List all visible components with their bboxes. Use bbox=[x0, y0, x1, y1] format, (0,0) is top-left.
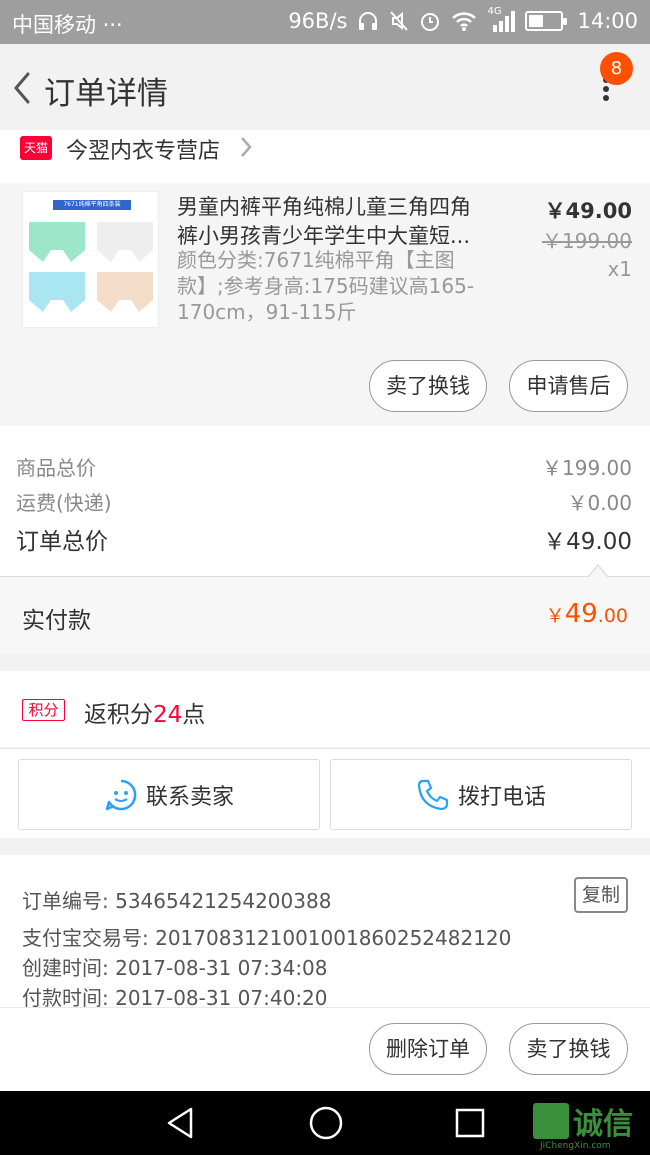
contact-seller-button[interactable]: 联系卖家 bbox=[18, 759, 320, 830]
sell-button-bottom[interactable]: 卖了换钱 bbox=[509, 1023, 628, 1075]
watermark-url: JiChengXin.com bbox=[540, 1141, 611, 1151]
phone-icon bbox=[417, 779, 449, 810]
product-price: ￥49.00 bbox=[544, 199, 632, 223]
points-text: 返积分24点 bbox=[84, 695, 205, 729]
goods-total-value: ￥199.00 bbox=[542, 456, 632, 480]
chevron-right-icon bbox=[241, 137, 252, 157]
store-row[interactable]: 天猫 今翌内衣专营店 bbox=[0, 130, 650, 183]
system-nav-bar: 诚信 JiChengXin.com bbox=[0, 1091, 650, 1155]
wifi-icon bbox=[452, 12, 477, 31]
store-name: 今翌内衣专营店 bbox=[66, 139, 221, 164]
watermark-text: 诚信 bbox=[573, 1107, 633, 1142]
signal-icon: 4G bbox=[487, 6, 516, 32]
created-time: 创建时间: 2017-08-31 07:34:08 bbox=[22, 956, 328, 980]
product-title[interactable]: 男童内裤平角纯棉儿童三角四角裤小男孩青少年学生中大童短... bbox=[177, 193, 487, 251]
notification-badge: 8 bbox=[600, 52, 633, 85]
delete-order-button[interactable]: 删除订单 bbox=[369, 1023, 487, 1075]
watermark-logo-icon bbox=[533, 1103, 569, 1139]
paid-integer: 49 bbox=[564, 599, 598, 629]
points-amount: 24 bbox=[153, 702, 183, 728]
sell-button[interactable]: 卖了换钱 bbox=[369, 360, 487, 412]
product-card[interactable]: 7671纯棉平角四条装 男童内裤平角纯棉儿童三角四角裤小男孩青少年学生中大童短.… bbox=[0, 183, 650, 425]
paid-label: 实付款 bbox=[22, 608, 91, 634]
underwear-image bbox=[29, 222, 153, 312]
copy-button[interactable]: 复制 bbox=[574, 877, 628, 913]
points-prefix: 返积分 bbox=[84, 702, 153, 728]
paid-row: 实付款 ￥49.00 bbox=[0, 576, 650, 654]
shipping-label: 运费(快递) bbox=[16, 491, 112, 515]
shipping-value: ￥0.00 bbox=[567, 491, 632, 515]
order-total-value: ￥49.00 bbox=[543, 529, 632, 555]
chat-face-icon bbox=[105, 779, 137, 810]
battery-icon bbox=[525, 11, 568, 31]
nav-back-icon[interactable] bbox=[165, 1106, 197, 1140]
points-suffix: 点 bbox=[182, 702, 206, 728]
paid-currency: ￥ bbox=[545, 605, 565, 627]
product-quantity: x1 bbox=[607, 257, 632, 281]
price-detail: 商品总价 ￥199.00 运费(快递) ￥0.00 订单总价 ￥49.00 bbox=[0, 426, 650, 576]
net-speed: 96B/s bbox=[288, 9, 348, 33]
alipay-number: 支付宝交易号: 2017083121001001860252482120 bbox=[22, 926, 512, 950]
caret-up-fill bbox=[589, 566, 607, 577]
product-sku: 颜色分类:7671纯棉平角【主图款】;参考身高:175码建议高165-170cm… bbox=[177, 248, 475, 324]
status-icons: 96B/s 4G 14:00 bbox=[288, 6, 638, 33]
back-arrow-icon[interactable] bbox=[8, 68, 38, 108]
contact-seller-label: 联系卖家 bbox=[145, 784, 234, 810]
tmall-icon: 天猫 bbox=[20, 136, 52, 160]
order-info: 订单编号: 53465421254200388 支付宝交易号: 20170831… bbox=[0, 855, 650, 1010]
call-label: 拨打电话 bbox=[457, 784, 546, 810]
order-number: 订单编号: 53465421254200388 bbox=[22, 889, 332, 913]
page-title: 订单详情 bbox=[44, 76, 168, 112]
product-original-price: ￥199.00 bbox=[542, 229, 632, 253]
call-button[interactable]: 拨打电话 bbox=[330, 759, 632, 830]
headphones-icon bbox=[359, 12, 378, 30]
mute-icon bbox=[390, 11, 409, 31]
goods-total-label: 商品总价 bbox=[16, 456, 96, 480]
points-row: 积分 返积分24点 bbox=[0, 671, 650, 747]
order-total-label: 订单总价 bbox=[16, 529, 108, 555]
carrier-label: 中国移动 ··· bbox=[12, 13, 123, 37]
contact-row: 联系卖家 拨打电话 bbox=[0, 748, 650, 838]
after-sale-button[interactable]: 申请售后 bbox=[509, 360, 628, 412]
nav-recent-icon[interactable] bbox=[455, 1108, 485, 1138]
header: 订单详情 bbox=[0, 44, 650, 130]
clock: 14:00 bbox=[577, 9, 638, 33]
paid-decimal: .00 bbox=[597, 605, 628, 627]
nav-home-icon[interactable] bbox=[308, 1105, 344, 1141]
watermark: 诚信 bbox=[533, 1099, 633, 1143]
product-thumbnail[interactable]: 7671纯棉平角四条装 bbox=[22, 191, 159, 328]
points-tag: 积分 bbox=[22, 699, 65, 721]
alarm-icon bbox=[421, 13, 440, 31]
bottom-actions: 删除订单 卖了换钱 bbox=[0, 1007, 650, 1091]
status-bar: 中国移动 ··· 96B/s 4G 14:00 bbox=[0, 0, 650, 44]
paid-amount: ￥49.00 bbox=[546, 599, 628, 629]
